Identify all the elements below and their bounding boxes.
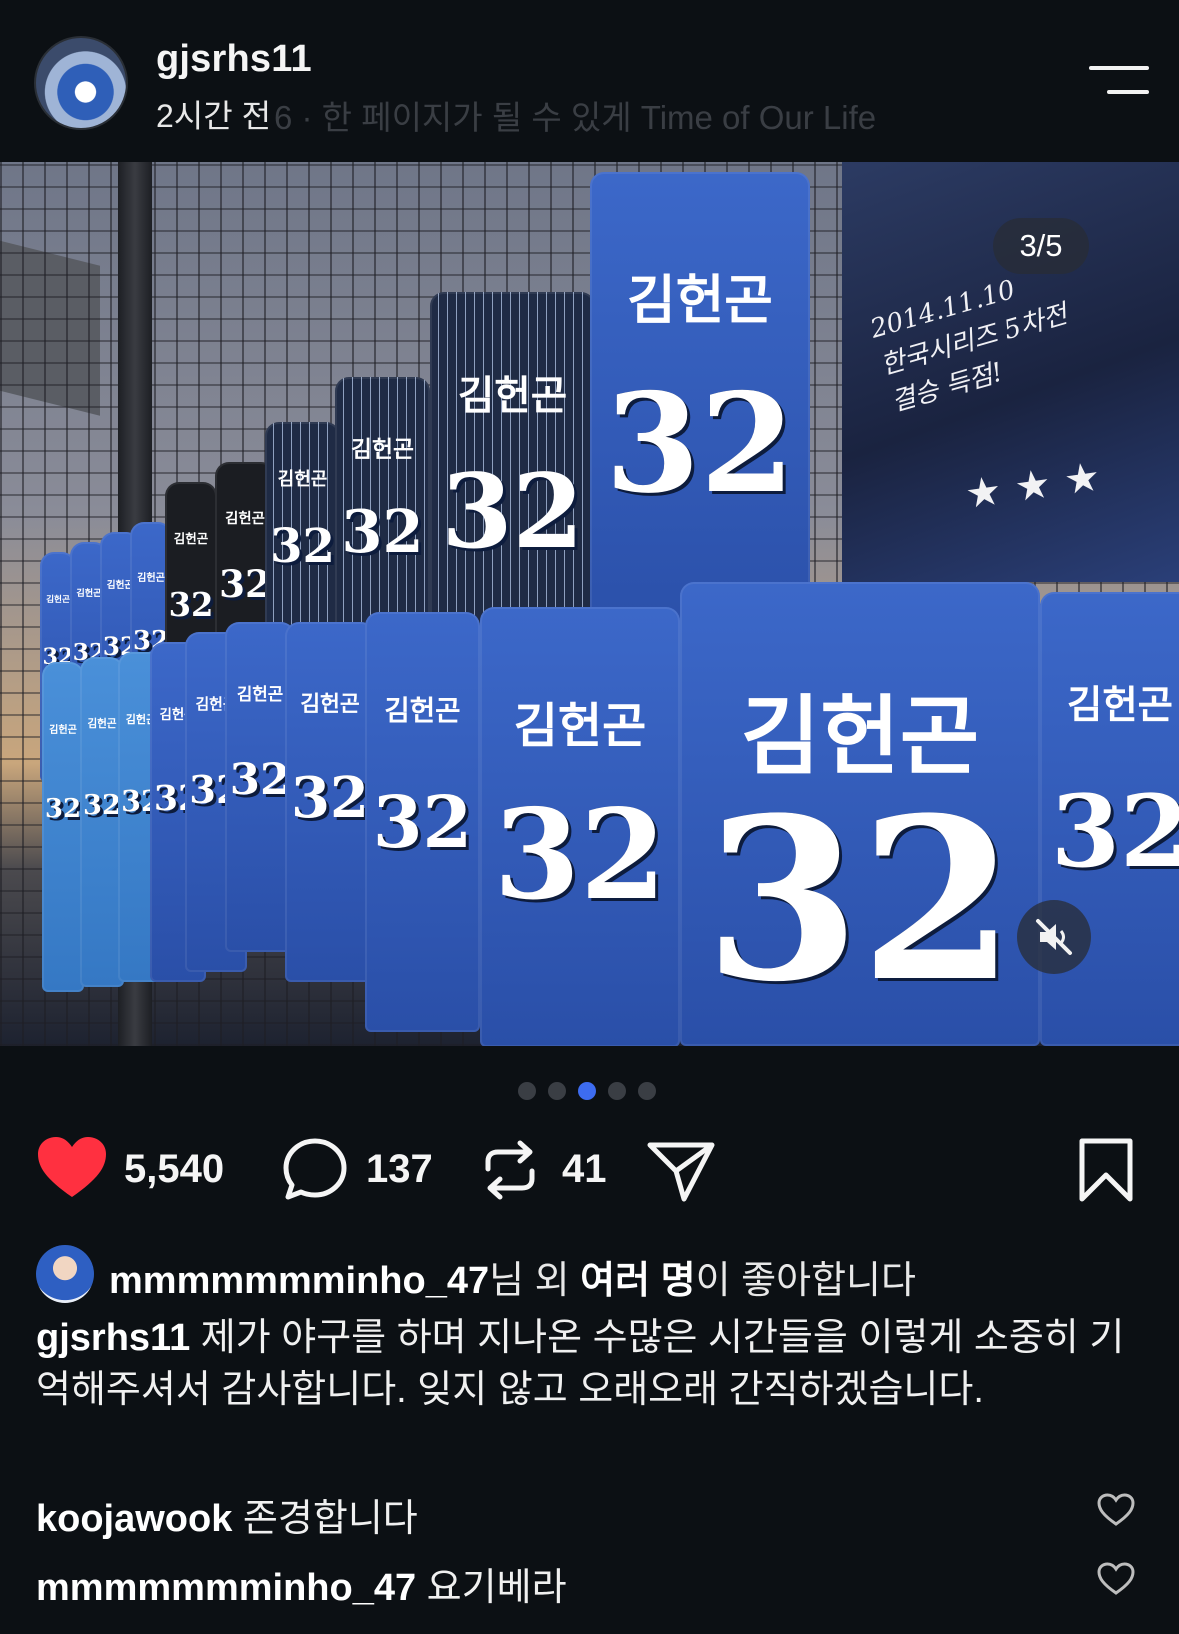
carousel-dot xyxy=(608,1082,626,1100)
jersey-name: 김헌곤 xyxy=(384,694,461,726)
jersey-name: 김헌곤 xyxy=(513,700,647,754)
jersey-number: 32 xyxy=(168,586,214,624)
post-time: 2시간 전 xyxy=(156,98,272,134)
jersey-name: 김헌곤 xyxy=(1067,683,1173,727)
jersey-number: 32 xyxy=(493,783,667,928)
liker-username[interactable]: mmmmmmminho_47 xyxy=(109,1260,489,1302)
action-bar: 5,540 137 41 xyxy=(0,1135,1179,1215)
jersey-number: 32 xyxy=(341,497,424,566)
jersey-number: 32 xyxy=(704,767,1016,1031)
like-count[interactable]: 5,540 xyxy=(124,1147,224,1192)
jersey-name: 김헌곤 xyxy=(457,374,568,418)
jersey-name: 김헌곤 xyxy=(49,725,77,737)
jersey-number: 32 xyxy=(441,452,584,572)
media-counter: 3/5 xyxy=(993,218,1089,274)
comment-row: mmmmmmminho_47 요기베라 xyxy=(36,1556,1096,1611)
post-meta: 6 · 한 페이지가 될 수 있게 Time of Our Life 2시간 전 xyxy=(156,91,956,136)
post-header: gjsrhs11 6 · 한 페이지가 될 수 있게 Time of Our L… xyxy=(0,0,1179,162)
carousel-dot-active xyxy=(578,1082,596,1100)
liked-by-text: mmmmmmminho_47님 외 여러 명이 좋아합니다 xyxy=(109,1249,916,1304)
jersey: 김헌곤 32 xyxy=(680,582,1040,1046)
jersey-number: 32 xyxy=(372,780,473,864)
jersey: 김헌곤 32 xyxy=(480,607,680,1046)
liked-by-others[interactable]: 여러 명 xyxy=(580,1260,695,1302)
comment-icon[interactable] xyxy=(282,1137,348,1206)
jersey-number: 32 xyxy=(605,364,795,524)
liked-by-suffix: 이 좋아합니다 xyxy=(695,1260,916,1302)
liked-by-mid: 님 외 xyxy=(489,1260,581,1302)
author-username[interactable]: gjsrhs11 xyxy=(156,38,312,81)
liker-avatar[interactable] xyxy=(36,1245,94,1303)
comment-username[interactable]: mmmmmmminho_47 xyxy=(36,1567,416,1609)
comment-username[interactable]: koojawook xyxy=(36,1498,232,1540)
repost-count[interactable]: 41 xyxy=(562,1147,607,1192)
post-media[interactable]: 2014.11.10 한국시리즈 5차전 결승 득점! ★★★ 김헌곤 32 김헌곤… xyxy=(0,162,1179,1046)
carousel-dot xyxy=(638,1082,656,1100)
jersey: 김헌곤 32 xyxy=(285,622,375,982)
heart-icon[interactable] xyxy=(36,1135,108,1206)
caption-username[interactable]: gjsrhs11 xyxy=(36,1317,190,1359)
jersey: 김헌곤 32 xyxy=(42,662,84,992)
author-avatar[interactable] xyxy=(34,36,128,130)
comment-text: 요기베라 xyxy=(416,1567,567,1609)
comment-text: 존경합니다 xyxy=(232,1498,418,1540)
jersey-number: 32 xyxy=(270,518,335,573)
caption-text: 제가 야구를 하며 지나온 수많은 시간들을 이렇게 소중히 기억해주셔서 감사… xyxy=(36,1317,1125,1411)
mute-icon[interactable] xyxy=(1017,900,1091,974)
comment-heart-icon[interactable] xyxy=(1097,1493,1135,1532)
repost-icon[interactable] xyxy=(480,1139,540,1206)
jersey-name: 김헌곤 xyxy=(300,690,360,716)
music-ticker[interactable]: 6 · 한 페이지가 될 수 있게 Time of Our Life xyxy=(274,91,876,139)
jersey: 김헌곤 32 xyxy=(365,612,480,1032)
share-icon[interactable] xyxy=(646,1139,716,1208)
jersey: 김헌곤 32 xyxy=(590,172,810,652)
post-caption: gjsrhs11 제가 야구를 하며 지나온 수많은 시간들을 이렇게 소중히 … xyxy=(36,1312,1146,1416)
jersey-name: 김헌곤 xyxy=(173,531,209,546)
jersey-number: 32 xyxy=(44,794,82,824)
jersey-name: 김헌곤 xyxy=(277,469,328,490)
jersey-number: 32 xyxy=(1050,773,1179,890)
jersey-number: 32 xyxy=(291,766,369,831)
carousel-dot xyxy=(518,1082,536,1100)
jersey: 김헌곤 32 xyxy=(1040,592,1179,1046)
comment-row: koojawook 존경합니다 xyxy=(36,1487,1096,1542)
jersey-name: 김헌곤 xyxy=(627,271,773,331)
carousel-indicator xyxy=(518,1082,668,1102)
comment-count[interactable]: 137 xyxy=(366,1147,433,1192)
comment-heart-icon[interactable] xyxy=(1097,1562,1135,1601)
bookmark-icon[interactable] xyxy=(1078,1137,1134,1208)
menu-icon[interactable] xyxy=(1087,62,1149,96)
carousel-dot xyxy=(548,1082,566,1100)
jersey-name: 김헌곤 xyxy=(351,436,414,462)
